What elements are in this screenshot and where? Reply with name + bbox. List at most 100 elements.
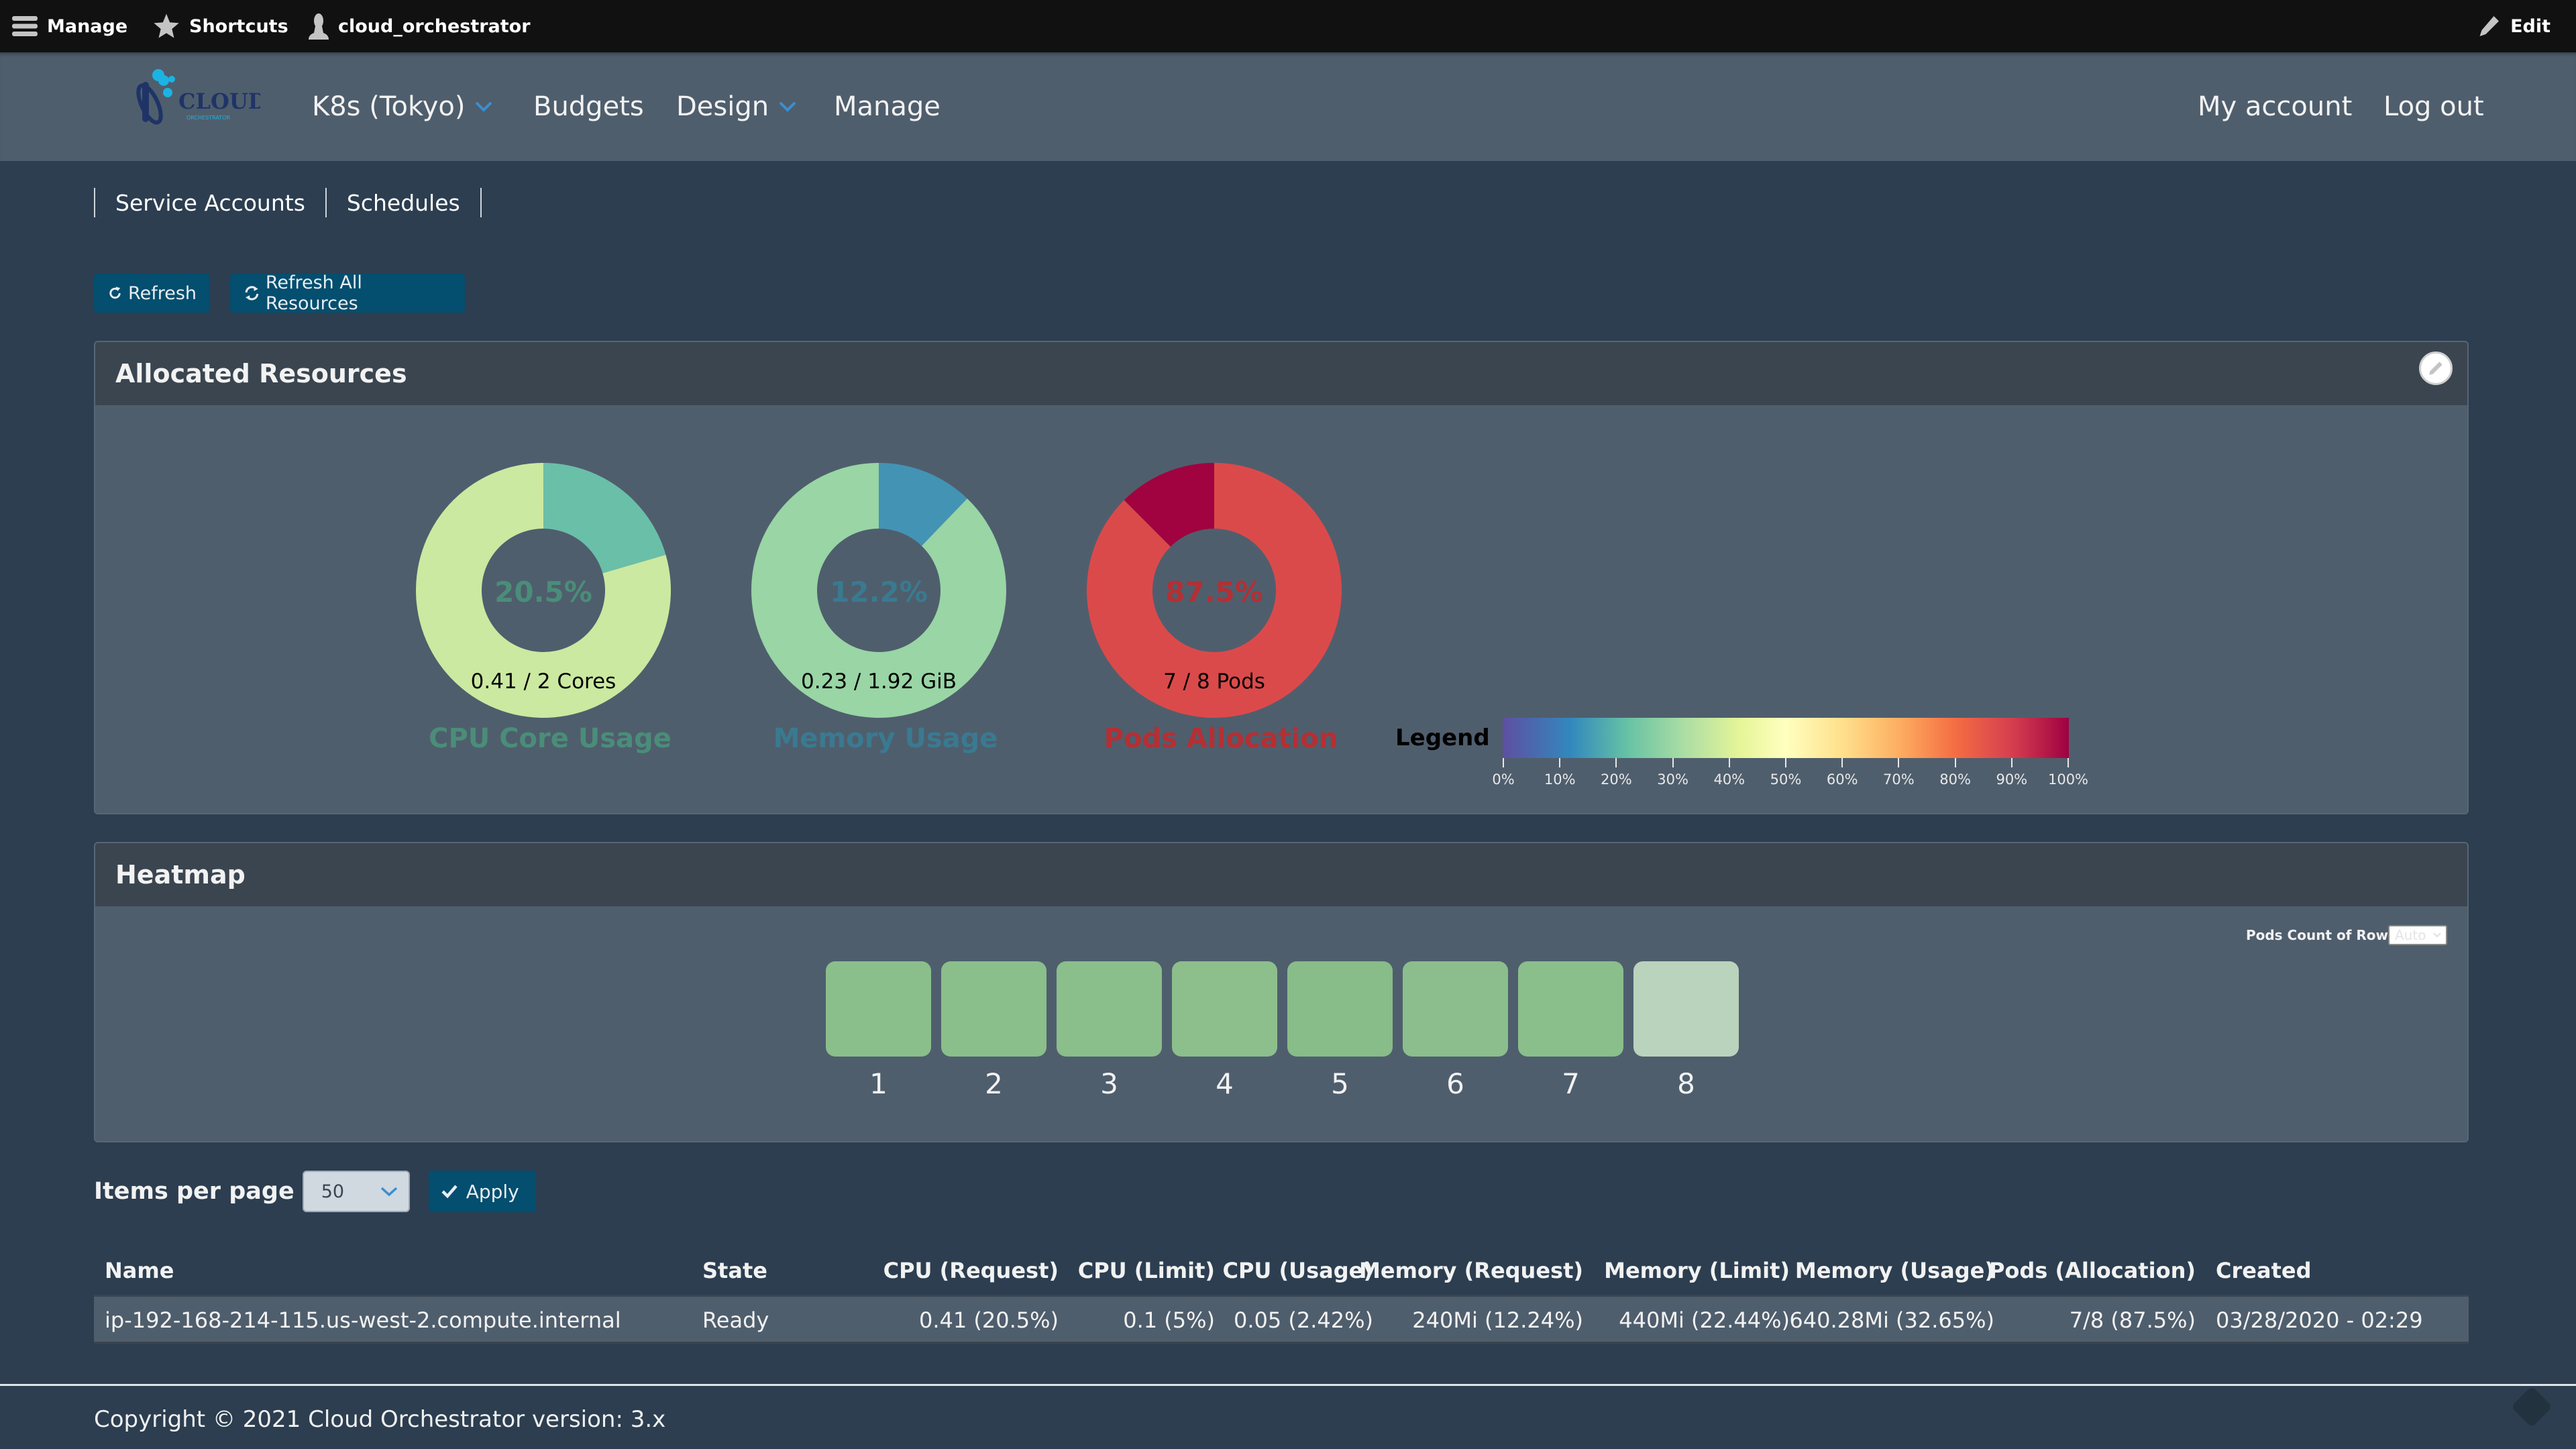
nav-manage-label: Manage — [834, 91, 941, 122]
toolbar-shortcuts[interactable]: Shortcuts — [153, 0, 288, 52]
heatmap-cell[interactable]: 4 — [1172, 961, 1277, 1100]
cell-memory-usage: 640.28Mi (32.65%) — [1789, 1307, 1994, 1333]
allocated-resources-title: Allocated Resources — [115, 359, 407, 388]
heatmap-cell[interactable]: 7 — [1518, 961, 1623, 1100]
nav-budgets[interactable]: Budgets — [533, 52, 644, 161]
legend-tick — [1672, 758, 1674, 767]
nav-manage[interactable]: Manage — [834, 52, 941, 161]
nav-k8s-label: K8s (Tokyo) — [312, 91, 466, 122]
memory-title: Memory Usage — [773, 723, 998, 754]
cpu-detail: 0.41 / 2 Cores — [470, 669, 616, 694]
nav-k8s-tokyo[interactable]: K8s (Tokyo) — [312, 52, 493, 161]
heatmap-title: Heatmap — [115, 860, 246, 890]
main-navbar: CLOUD ORCHESTRATOR K8s (Tokyo) Budgets D… — [0, 52, 2576, 161]
pods-detail: 7 / 8 Pods — [1163, 669, 1265, 694]
column-memory-limit[interactable]: Memory (Limit) — [1604, 1258, 1790, 1283]
items-per-page-select[interactable]: 50 — [302, 1171, 410, 1212]
heatmap-cell-label: 8 — [1677, 1067, 1695, 1100]
heatmap-cell[interactable]: 3 — [1057, 961, 1162, 1100]
column-cpu-usage[interactable]: CPU (Usage) — [1222, 1258, 1373, 1283]
cell-pods-allocation: 7/8 (87.5%) — [2069, 1307, 2196, 1333]
refresh-button[interactable]: Refresh — [94, 274, 210, 313]
column-pods-allocation[interactable]: Pods (Allocation) — [1989, 1258, 2196, 1283]
hamburger-icon — [12, 16, 38, 36]
pods-percent: 87.5% — [1165, 576, 1263, 608]
heatmap-cell[interactable]: 2 — [941, 961, 1046, 1100]
legend-tick-label: 40% — [1713, 771, 1746, 788]
pods-count-control: Pods Count of Row Auto — [2246, 925, 2447, 945]
toolbar-manage[interactable]: Manage — [12, 0, 127, 52]
apply-button[interactable]: Apply — [428, 1171, 536, 1212]
column-memory-usage[interactable]: Memory (Usage) — [1795, 1258, 1994, 1283]
toolbar-manage-label: Manage — [47, 15, 128, 37]
subnav-service-accounts[interactable]: Service Accounts — [95, 190, 325, 216]
edit-panel-button[interactable] — [2419, 352, 2453, 385]
apply-label: Apply — [466, 1180, 519, 1203]
heatmap-cell[interactable]: 6 — [1403, 961, 1508, 1100]
nav-my-account[interactable]: My account — [2198, 52, 2352, 161]
column-created[interactable]: Created — [2216, 1258, 2311, 1283]
check-icon — [441, 1185, 458, 1199]
legend-tick — [2068, 758, 2069, 767]
pods-count-select[interactable]: Auto — [2388, 925, 2447, 945]
column-cpu-request[interactable]: CPU (Request) — [883, 1258, 1059, 1283]
items-per-page-label: Items per page — [94, 1178, 294, 1205]
cell-memory-limit: 440Mi (22.44%) — [1619, 1307, 1790, 1333]
toolbar-edit[interactable]: Edit — [2477, 0, 2551, 52]
heatmap-block[interactable] — [941, 961, 1046, 1057]
heatmap-cell[interactable]: 5 — [1287, 961, 1393, 1100]
donut-used-slice — [543, 463, 666, 574]
heatmap-cell-label: 4 — [1216, 1067, 1234, 1100]
items-per-page-value: 50 — [321, 1181, 345, 1202]
sub-navigation: Service Accounts Schedules — [94, 188, 482, 217]
heatmap-block[interactable] — [1172, 961, 1277, 1057]
legend-tick-label: 30% — [1657, 771, 1688, 788]
legend-tick — [1785, 758, 1786, 767]
subnav-schedules[interactable]: Schedules — [327, 190, 480, 216]
cell-name[interactable]: ip-192-168-214-115.us-west-2.compute.int… — [105, 1307, 621, 1333]
cell-state: Ready — [702, 1307, 769, 1333]
table-row[interactable]: ip-192-168-214-115.us-west-2.compute.int… — [94, 1295, 2469, 1344]
toolbar-user-label: cloud_orchestrator — [338, 15, 531, 37]
cell-created: 03/28/2020 - 02:29 — [2216, 1307, 2423, 1333]
column-memory-request[interactable]: Memory (Request) — [1359, 1258, 1583, 1283]
legend-tick — [1728, 758, 1730, 767]
legend-tick-label: 70% — [1883, 771, 1915, 788]
column-state[interactable]: State — [702, 1258, 767, 1283]
legend-ticks: 0% 10% 20% 30% 40% 50% 60% 70% 80% 90% 100% — [1492, 758, 2088, 798]
pencil-icon — [2429, 362, 2443, 375]
refresh-label: Refresh — [128, 282, 197, 304]
column-name[interactable]: Name — [105, 1258, 174, 1283]
heatmap-block[interactable] — [1287, 961, 1393, 1057]
svg-text:ORCHESTRATOR: ORCHESTRATOR — [186, 115, 230, 121]
legend-tick — [1898, 758, 1900, 767]
sync-icon — [245, 286, 259, 301]
heatmap-block[interactable] — [1633, 961, 1739, 1057]
star-icon — [154, 13, 179, 38]
user-icon — [309, 13, 329, 40]
admin-toolbar: Manage Shortcuts cloud_orchestrator Edit — [0, 0, 2576, 52]
legend-tick-label: 50% — [1770, 771, 1802, 788]
cell-memory-request: 240Mi (12.24%) — [1412, 1307, 1583, 1333]
nav-log-out[interactable]: Log out — [2383, 52, 2484, 161]
legend-tick-label: 60% — [1826, 771, 1858, 788]
heatmap-header: Heatmap — [95, 843, 2467, 906]
cell-cpu-request: 0.41 (20.5%) — [918, 1307, 1059, 1333]
memory-percent: 12.2% — [830, 576, 928, 608]
heatmap-block[interactable] — [826, 961, 931, 1057]
nav-design[interactable]: Design — [676, 52, 797, 161]
heatmap-cell[interactable]: 8 — [1633, 961, 1739, 1100]
feedback-icon[interactable] — [2510, 1385, 2553, 1428]
heatmap-block[interactable] — [1403, 961, 1508, 1057]
divider — [480, 188, 482, 217]
refresh-all-resources-button[interactable]: Refresh All Resources — [230, 272, 465, 314]
heatmap-block[interactable] — [1057, 961, 1162, 1057]
site-logo[interactable]: CLOUD ORCHESTRATOR — [119, 67, 267, 134]
heatmap-cell[interactable]: 1 — [826, 961, 931, 1100]
pods-count-label: Pods Count of Row — [2245, 927, 2388, 943]
legend-tick — [1559, 758, 1561, 767]
toolbar-user[interactable]: cloud_orchestrator — [309, 0, 531, 52]
heatmap-cell-label: 6 — [1446, 1067, 1464, 1100]
column-cpu-limit[interactable]: CPU (Limit) — [1078, 1258, 1215, 1283]
heatmap-block[interactable] — [1518, 961, 1623, 1057]
